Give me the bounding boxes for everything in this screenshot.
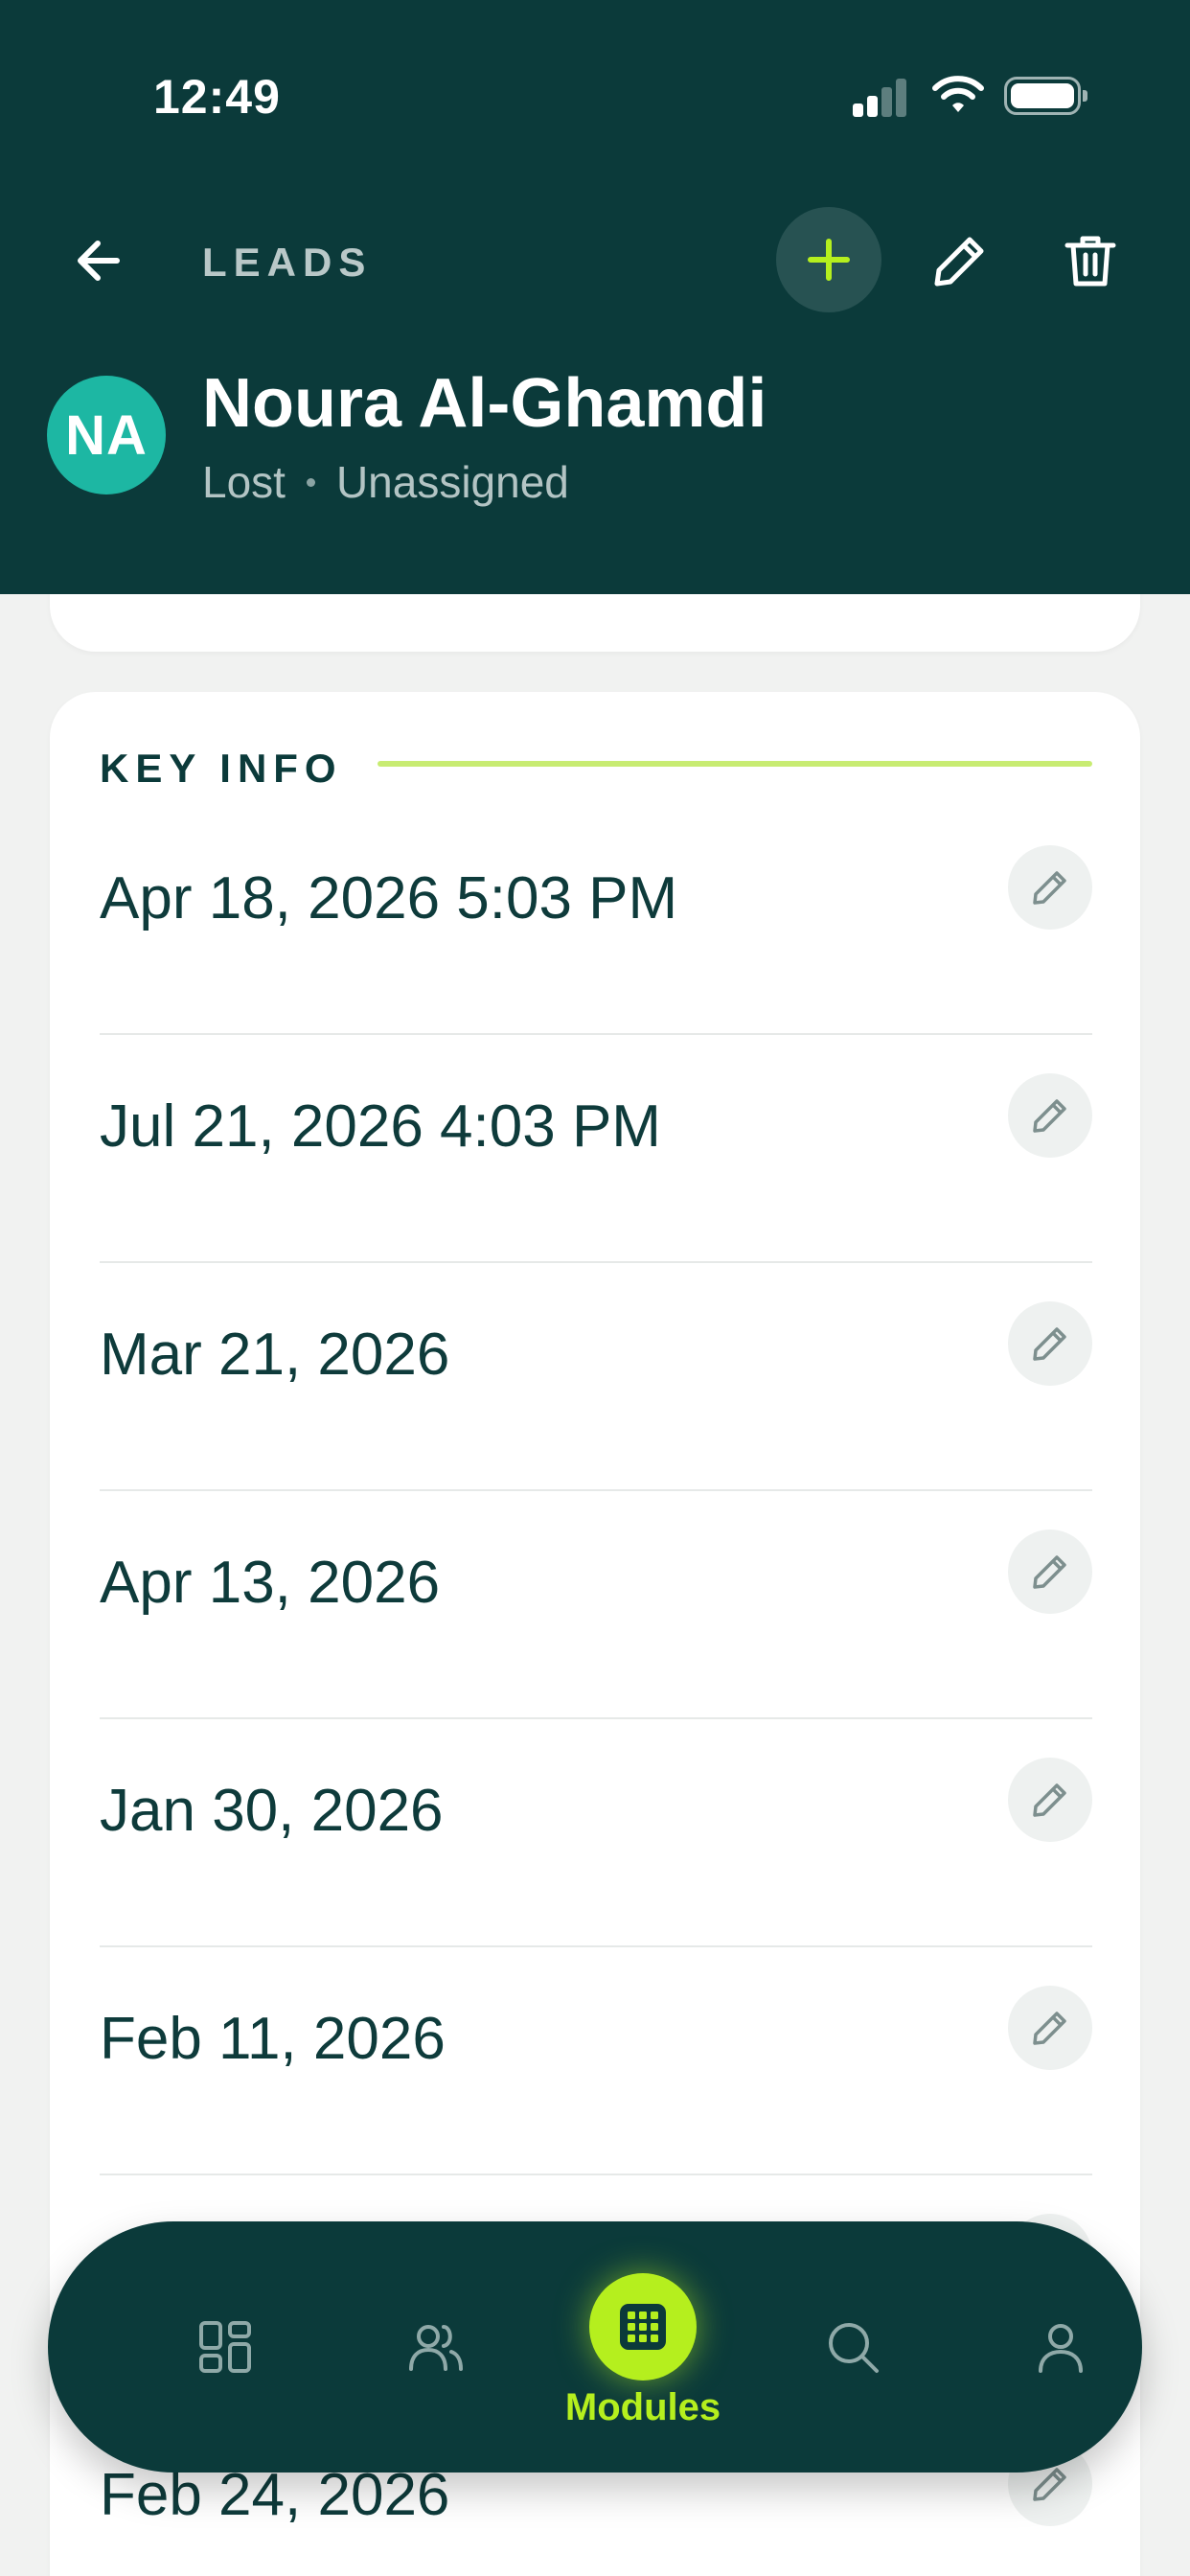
info-row: Feb 11, 2026 bbox=[100, 1947, 1092, 2175]
contact-name: Noura Al-Ghamdi bbox=[202, 365, 767, 442]
row-edit-button[interactable] bbox=[1008, 1986, 1092, 2070]
section-heading: KEY INFO bbox=[100, 746, 343, 791]
info-row: Apr 13, 2026 bbox=[100, 1491, 1092, 1719]
pencil-icon bbox=[1033, 1555, 1066, 1589]
pencil-icon bbox=[1033, 1099, 1066, 1133]
status-bar-time: 12:49 bbox=[153, 70, 281, 124]
info-row: Jan 30, 2026 bbox=[100, 1719, 1092, 1947]
trash-icon[interactable] bbox=[1060, 230, 1121, 291]
info-row: Apr 18, 2026 5:03 PM bbox=[100, 807, 1092, 1035]
plus-icon bbox=[808, 239, 850, 281]
nav-label-modules: Modules bbox=[564, 2386, 721, 2428]
nav-item-profile[interactable] bbox=[955, 2221, 1166, 2472]
row-edit-button[interactable] bbox=[1008, 1073, 1092, 1158]
add-button[interactable] bbox=[776, 207, 881, 312]
wifi-icon bbox=[932, 76, 984, 112]
info-row-value: Feb 11, 2026 bbox=[100, 2006, 446, 2072]
nav-item-modules[interactable]: Modules bbox=[540, 2221, 745, 2472]
cellular-signal-icon bbox=[853, 77, 908, 117]
users-icon bbox=[409, 2325, 463, 2371]
modules-grid-icon bbox=[620, 2304, 666, 2350]
info-row: Mar 21, 2026 bbox=[100, 1263, 1092, 1491]
profile-icon bbox=[1039, 2324, 1083, 2373]
back-arrow-icon[interactable] bbox=[69, 230, 130, 291]
row-edit-button[interactable] bbox=[1008, 1301, 1092, 1386]
info-row: Jul 21, 2026 4:03 PM bbox=[100, 1035, 1092, 1263]
pencil-icon bbox=[1033, 871, 1066, 905]
edit-pencil-icon[interactable] bbox=[929, 230, 991, 291]
pencil-icon bbox=[1033, 1327, 1066, 1361]
info-row-value: Jul 21, 2026 4:03 PM bbox=[100, 1093, 661, 1160]
page-title: LEADS bbox=[202, 240, 373, 285]
row-edit-button[interactable] bbox=[1008, 1758, 1092, 1842]
battery-icon bbox=[1004, 77, 1087, 115]
avatar: NA bbox=[47, 376, 166, 494]
search-icon bbox=[829, 2323, 879, 2373]
pencil-icon bbox=[1033, 1783, 1066, 1817]
bottom-navigation: Modules bbox=[48, 2221, 1142, 2472]
lead-assignee: Unassigned bbox=[335, 457, 569, 507]
separator-dot bbox=[306, 477, 315, 487]
contact-meta: Lost Unassigned bbox=[202, 456, 569, 508]
nav-item-contacts[interactable] bbox=[330, 2221, 540, 2472]
info-row-value: Apr 13, 2026 bbox=[100, 1550, 441, 1616]
info-row-value: Apr 18, 2026 5:03 PM bbox=[100, 865, 678, 932]
info-row-value: Mar 21, 2026 bbox=[100, 1322, 450, 1388]
nav-item-dashboard[interactable] bbox=[120, 2221, 331, 2472]
modules-icon-bubble bbox=[589, 2273, 697, 2380]
nav-item-search[interactable] bbox=[747, 2221, 958, 2472]
row-edit-button[interactable] bbox=[1008, 845, 1092, 930]
info-row-value: Jan 30, 2026 bbox=[100, 1778, 444, 1844]
dashboard-icon bbox=[199, 2321, 251, 2373]
row-edit-button[interactable] bbox=[1008, 1530, 1092, 1614]
app-header: 12:49 LEADS NA Noura Al-Ghamdi Lost Unas… bbox=[0, 0, 1190, 594]
section-divider-line bbox=[378, 761, 1092, 767]
pencil-icon bbox=[1033, 2012, 1066, 2045]
lead-status: Lost bbox=[202, 457, 286, 507]
